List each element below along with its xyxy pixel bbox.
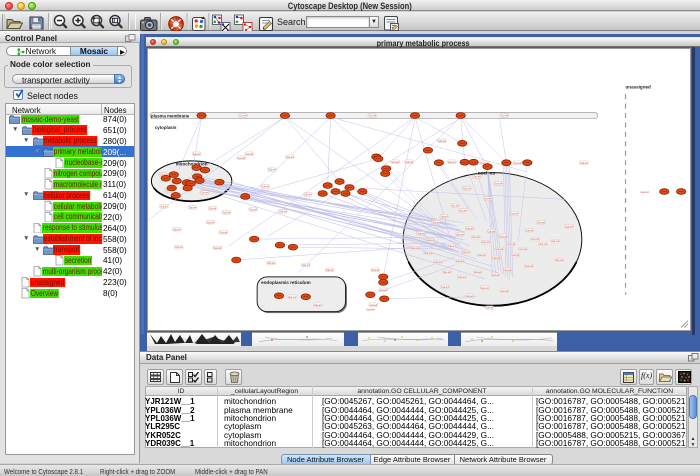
svg-text:Gal-a4: Gal-a4 xyxy=(313,302,321,306)
svg-text:Gal-a4: Gal-a4 xyxy=(455,259,463,263)
svg-text:Gal-a4: Gal-a4 xyxy=(368,113,376,117)
svg-text:Gal-a4: Gal-a4 xyxy=(537,220,545,224)
svg-text:Gal-a4: Gal-a4 xyxy=(371,268,379,272)
svg-text:Gal-a4: Gal-a4 xyxy=(539,242,547,246)
svg-text:Gal-a4: Gal-a4 xyxy=(495,247,503,251)
svg-text:Gal-a4: Gal-a4 xyxy=(519,247,527,251)
svg-text:Gal-a4: Gal-a4 xyxy=(472,174,480,178)
svg-text:Gal-a4: Gal-a4 xyxy=(450,203,458,207)
svg-text:Gal-a4: Gal-a4 xyxy=(447,159,455,163)
svg-text:Gal-a4: Gal-a4 xyxy=(465,293,473,297)
svg-text:Gal-a4: Gal-a4 xyxy=(494,181,502,185)
svg-text:Gal-a4: Gal-a4 xyxy=(237,155,245,159)
svg-text:Gal-a4: Gal-a4 xyxy=(525,264,533,268)
svg-text:unassigned: unassigned xyxy=(625,84,650,89)
svg-text:Gal-a4: Gal-a4 xyxy=(531,237,539,241)
svg-text:Gal-a4: Gal-a4 xyxy=(458,208,466,212)
svg-text:Gal-a4: Gal-a4 xyxy=(267,261,275,265)
svg-text:Gal-a4: Gal-a4 xyxy=(288,294,296,298)
svg-text:Gal-a4: Gal-a4 xyxy=(379,287,387,291)
svg-text:Gal-a4: Gal-a4 xyxy=(208,206,216,210)
svg-text:Gal-a4: Gal-a4 xyxy=(192,151,200,155)
svg-text:Gal-a4: Gal-a4 xyxy=(286,154,294,158)
svg-text:Gal-a4: Gal-a4 xyxy=(411,246,419,250)
svg-text:Gal-a4: Gal-a4 xyxy=(447,244,455,248)
svg-text:Gal-a4: Gal-a4 xyxy=(492,256,500,260)
svg-text:Gal-a4: Gal-a4 xyxy=(477,253,485,257)
svg-text:Gal-a4: Gal-a4 xyxy=(433,260,441,264)
svg-text:cytoplasm: cytoplasm xyxy=(154,124,176,129)
svg-text:Gal-a4: Gal-a4 xyxy=(206,220,214,224)
svg-text:Gal-a4: Gal-a4 xyxy=(513,160,521,164)
svg-text:Gal-a4: Gal-a4 xyxy=(188,205,196,209)
svg-text:Gal-a4: Gal-a4 xyxy=(455,232,463,236)
svg-text:Gal-a4: Gal-a4 xyxy=(439,214,447,218)
svg-text:Gal-a4: Gal-a4 xyxy=(249,207,257,211)
svg-text:Gal-a4: Gal-a4 xyxy=(483,196,491,200)
svg-text:Gal-a4: Gal-a4 xyxy=(239,113,247,117)
svg-text:Gal-a4: Gal-a4 xyxy=(499,234,507,238)
svg-text:Gal-a4: Gal-a4 xyxy=(579,160,587,164)
svg-text:Gal-a4: Gal-a4 xyxy=(500,288,508,292)
svg-text:Gal-a4: Gal-a4 xyxy=(369,302,377,306)
svg-text:Gal-a4: Gal-a4 xyxy=(440,284,448,288)
svg-text:Gal-a4: Gal-a4 xyxy=(172,227,180,231)
svg-text:Gal-a4: Gal-a4 xyxy=(462,186,470,190)
svg-text:Gal-a4: Gal-a4 xyxy=(261,184,269,188)
svg-text:Gal-a4: Gal-a4 xyxy=(457,274,465,278)
svg-text:Gal-a4: Gal-a4 xyxy=(174,245,182,249)
svg-text:endoplasmic reticulum: endoplasmic reticulum xyxy=(261,279,311,284)
svg-text:Gal-a4: Gal-a4 xyxy=(465,226,473,230)
svg-text:Gal-a4: Gal-a4 xyxy=(525,228,533,232)
svg-text:Gal-a4: Gal-a4 xyxy=(391,159,399,163)
svg-text:Gal-a4: Gal-a4 xyxy=(487,229,495,233)
svg-text:Gal-a4: Gal-a4 xyxy=(219,230,227,234)
svg-text:Gal-a4: Gal-a4 xyxy=(507,242,515,246)
svg-text:Gal-a4: Gal-a4 xyxy=(565,224,573,228)
svg-text:Gal-a4: Gal-a4 xyxy=(222,210,230,214)
svg-text:Gal-a4: Gal-a4 xyxy=(303,192,311,196)
svg-text:Gal-a4: Gal-a4 xyxy=(471,235,479,239)
svg-text:Gal-a4: Gal-a4 xyxy=(268,167,276,171)
svg-text:Gal-a4: Gal-a4 xyxy=(555,258,563,262)
svg-text:Gal-a4: Gal-a4 xyxy=(480,285,488,289)
svg-text:Gal-a4: Gal-a4 xyxy=(510,211,518,215)
svg-text:plasma membrane: plasma membrane xyxy=(150,113,189,118)
svg-text:Gal-a4: Gal-a4 xyxy=(159,204,167,208)
svg-text:Gal-a4: Gal-a4 xyxy=(442,270,450,274)
svg-text:Gal-a4: Gal-a4 xyxy=(405,159,413,163)
svg-text:Gal-a4: Gal-a4 xyxy=(325,268,333,272)
svg-text:Gal-a4: Gal-a4 xyxy=(279,209,287,213)
svg-text:Gal-a4: Gal-a4 xyxy=(503,268,511,272)
svg-text:Gal-a4: Gal-a4 xyxy=(500,113,508,117)
svg-text:Gal-a4: Gal-a4 xyxy=(481,240,489,244)
svg-text:Gal-a4: Gal-a4 xyxy=(491,272,499,276)
svg-text:Gal-a4: Gal-a4 xyxy=(366,307,375,311)
svg-text:Gal-a4: Gal-a4 xyxy=(213,246,221,250)
svg-text:Gal-a4: Gal-a4 xyxy=(437,138,445,142)
svg-text:Gal-a4: Gal-a4 xyxy=(200,190,208,194)
svg-text:Gal-a4: Gal-a4 xyxy=(417,231,425,235)
svg-text:Gal-a4: Gal-a4 xyxy=(424,251,432,255)
svg-text:Gal-a4: Gal-a4 xyxy=(245,151,253,155)
svg-text:Gal-a4: Gal-a4 xyxy=(640,189,649,193)
svg-text:Gal-a4: Gal-a4 xyxy=(461,250,469,254)
svg-text:Gal-a4: Gal-a4 xyxy=(473,270,481,274)
svg-text:Gal-a4: Gal-a4 xyxy=(485,305,493,309)
svg-text:Gal-a4: Gal-a4 xyxy=(432,220,440,224)
svg-text:Gal-a4: Gal-a4 xyxy=(426,238,434,242)
svg-text:Gal-a4: Gal-a4 xyxy=(551,239,559,243)
svg-text:Gal-a4: Gal-a4 xyxy=(301,263,309,267)
svg-text:Gal-a4: Gal-a4 xyxy=(511,253,519,257)
